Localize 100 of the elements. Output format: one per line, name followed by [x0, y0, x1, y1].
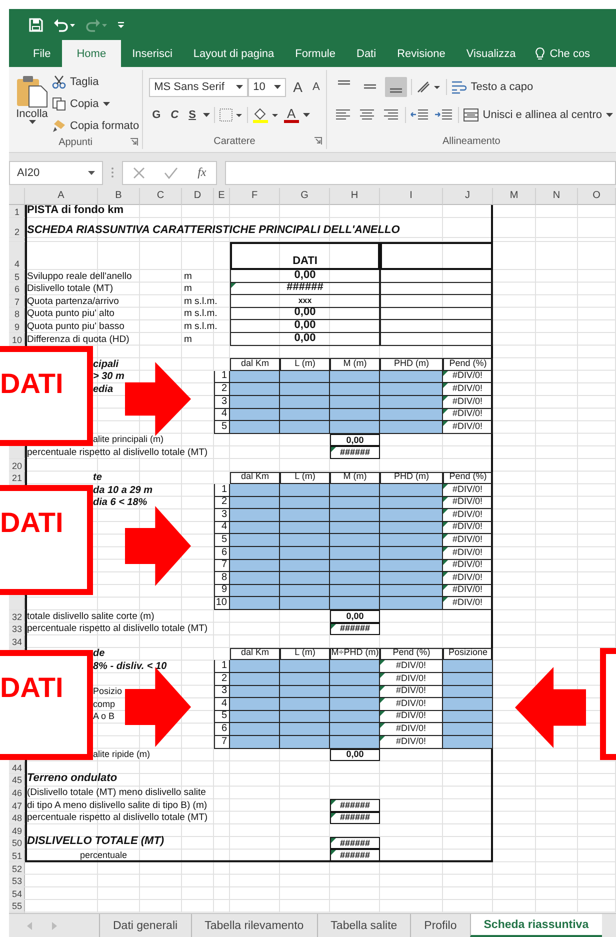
cut-button[interactable]: Taglia: [52, 73, 140, 91]
paste-button[interactable]: Incolla: [12, 72, 52, 135]
formula-field[interactable]: [225, 160, 616, 184]
input-cell: [380, 584, 443, 598]
table-cell: #DIV/0!: [443, 496, 493, 510]
italic-button[interactable]: C: [168, 109, 182, 121]
column-header[interactable]: I: [380, 188, 443, 205]
increase-indent-icon[interactable]: [434, 108, 454, 122]
format-painter-button[interactable]: Copia formato: [52, 117, 140, 135]
caret-icon[interactable]: [202, 113, 210, 117]
column-header[interactable]: F: [230, 188, 280, 205]
row-header[interactable]: 52: [9, 862, 25, 874]
column-header[interactable]: E: [214, 188, 230, 205]
font-color-button[interactable]: A: [284, 107, 299, 123]
column-header[interactable]: N: [536, 188, 578, 205]
dialog-launcher-icon[interactable]: [314, 137, 322, 145]
input-cell: [230, 522, 280, 534]
group-label: Allineamento: [442, 136, 500, 146]
row-header[interactable]: 7: [9, 295, 25, 308]
sheet-tab[interactable]: Tabella salite: [316, 914, 410, 937]
borders-icon[interactable]: [218, 108, 243, 122]
row-header[interactable]: 34: [9, 635, 25, 648]
row-label: (Dislivello totale (MT) meno dislivello salite: [26, 786, 207, 799]
input-cell: [330, 723, 380, 736]
shrink-font-button[interactable]: A: [309, 81, 323, 93]
decrease-indent-icon[interactable]: [410, 108, 430, 122]
column-header[interactable]: M: [493, 188, 536, 205]
column-header[interactable]: C: [140, 188, 182, 205]
table-cell: 0,00: [230, 320, 380, 333]
row-header[interactable]: 6: [9, 282, 25, 296]
column-header[interactable]: H: [330, 188, 380, 205]
underline-button[interactable]: S: [186, 109, 199, 121]
sheet-tab[interactable]: Tabella rilevamento: [190, 914, 317, 937]
row-header[interactable]: 10: [9, 332, 25, 346]
row-header[interactable]: 4: [9, 242, 25, 270]
input-cell: [280, 560, 330, 572]
column-header[interactable]: D: [182, 188, 214, 205]
row-header[interactable]: 45: [9, 774, 25, 786]
name-box[interactable]: AI20: [9, 160, 103, 184]
row-header[interactable]: 53: [9, 874, 25, 888]
column-header[interactable]: G: [280, 188, 330, 205]
input-cell: [330, 496, 380, 510]
ribbon-tab[interactable]: File: [23, 40, 61, 67]
column-header[interactable]: J: [443, 188, 493, 205]
row-header[interactable]: 48: [9, 812, 25, 824]
column-label: L (m): [280, 472, 330, 484]
ribbon-tab[interactable]: Visualizza: [456, 40, 526, 67]
save-icon[interactable]: [29, 18, 43, 32]
row-header[interactable]: 50: [9, 836, 25, 850]
dialog-launcher-icon[interactable]: [130, 138, 138, 146]
row-header[interactable]: 51: [9, 849, 25, 862]
ribbon-tab[interactable]: Home: [62, 40, 122, 68]
row-header[interactable]: 2: [9, 218, 25, 238]
row-header[interactable]: 1: [9, 205, 25, 218]
ribbon-tab[interactable]: Dati: [346, 40, 386, 67]
ribbon-tab[interactable]: Revisione: [387, 40, 456, 67]
input-cell: [280, 522, 330, 534]
tell-me-field[interactable]: Che cos: [526, 40, 590, 67]
row-header[interactable]: 49: [9, 824, 25, 837]
column-header[interactable]: B: [98, 188, 140, 205]
copy-button[interactable]: Copia: [52, 95, 140, 113]
input-cell: [443, 660, 493, 673]
sheet-tab[interactable]: Dati generali: [99, 914, 191, 937]
merge-center-button[interactable]: Unisci e allinea al centro: [462, 106, 614, 124]
row-header[interactable]: 44: [9, 761, 25, 774]
row-header[interactable]: 32: [9, 610, 25, 623]
input-cell: [330, 572, 380, 585]
row-header[interactable]: 21: [9, 472, 25, 484]
insert-function-button[interactable]: fx: [198, 165, 206, 180]
row-header[interactable]: 47: [9, 798, 25, 812]
fill-color-icon[interactable]: [252, 107, 280, 123]
wrap-text-button[interactable]: Testo a capo: [450, 78, 534, 96]
column-header[interactable]: A: [25, 188, 98, 205]
grow-font-button[interactable]: A: [290, 79, 306, 95]
bold-button[interactable]: G: [149, 109, 164, 121]
sheet-tab[interactable]: Scheda riassuntiva: [470, 914, 602, 937]
caret-icon: [88, 170, 95, 174]
row-header[interactable]: 20: [9, 458, 25, 472]
input-cell: [230, 584, 280, 598]
ribbon-tab[interactable]: Formule: [285, 40, 346, 67]
row-header[interactable]: 8: [9, 308, 25, 320]
row-header[interactable]: 9: [9, 320, 25, 333]
input-cell: [380, 560, 443, 572]
caret-icon[interactable]: [302, 113, 310, 117]
row-header[interactable]: 55: [9, 900, 25, 912]
ribbon-tab[interactable]: Layout di pagina: [183, 40, 284, 67]
row-header[interactable]: 33: [9, 622, 25, 636]
group-label: Appunti: [58, 136, 92, 148]
column-header[interactable]: O: [578, 188, 616, 205]
customize-icon[interactable]: [117, 20, 125, 28]
orientation-icon[interactable]: [416, 80, 442, 94]
undo-icon[interactable]: [53, 18, 75, 32]
ribbon-tab[interactable]: Inserisci: [122, 40, 182, 67]
align-bottom-icon[interactable]: [384, 77, 407, 97]
row-header[interactable]: 54: [9, 887, 25, 900]
clipboard-icon: [15, 74, 49, 108]
row-header[interactable]: 5: [9, 270, 25, 283]
font-size-field[interactable]: 10: [248, 78, 286, 96]
font-family-field[interactable]: MS Sans Serif: [149, 78, 248, 96]
row-header[interactable]: 46: [9, 786, 25, 799]
